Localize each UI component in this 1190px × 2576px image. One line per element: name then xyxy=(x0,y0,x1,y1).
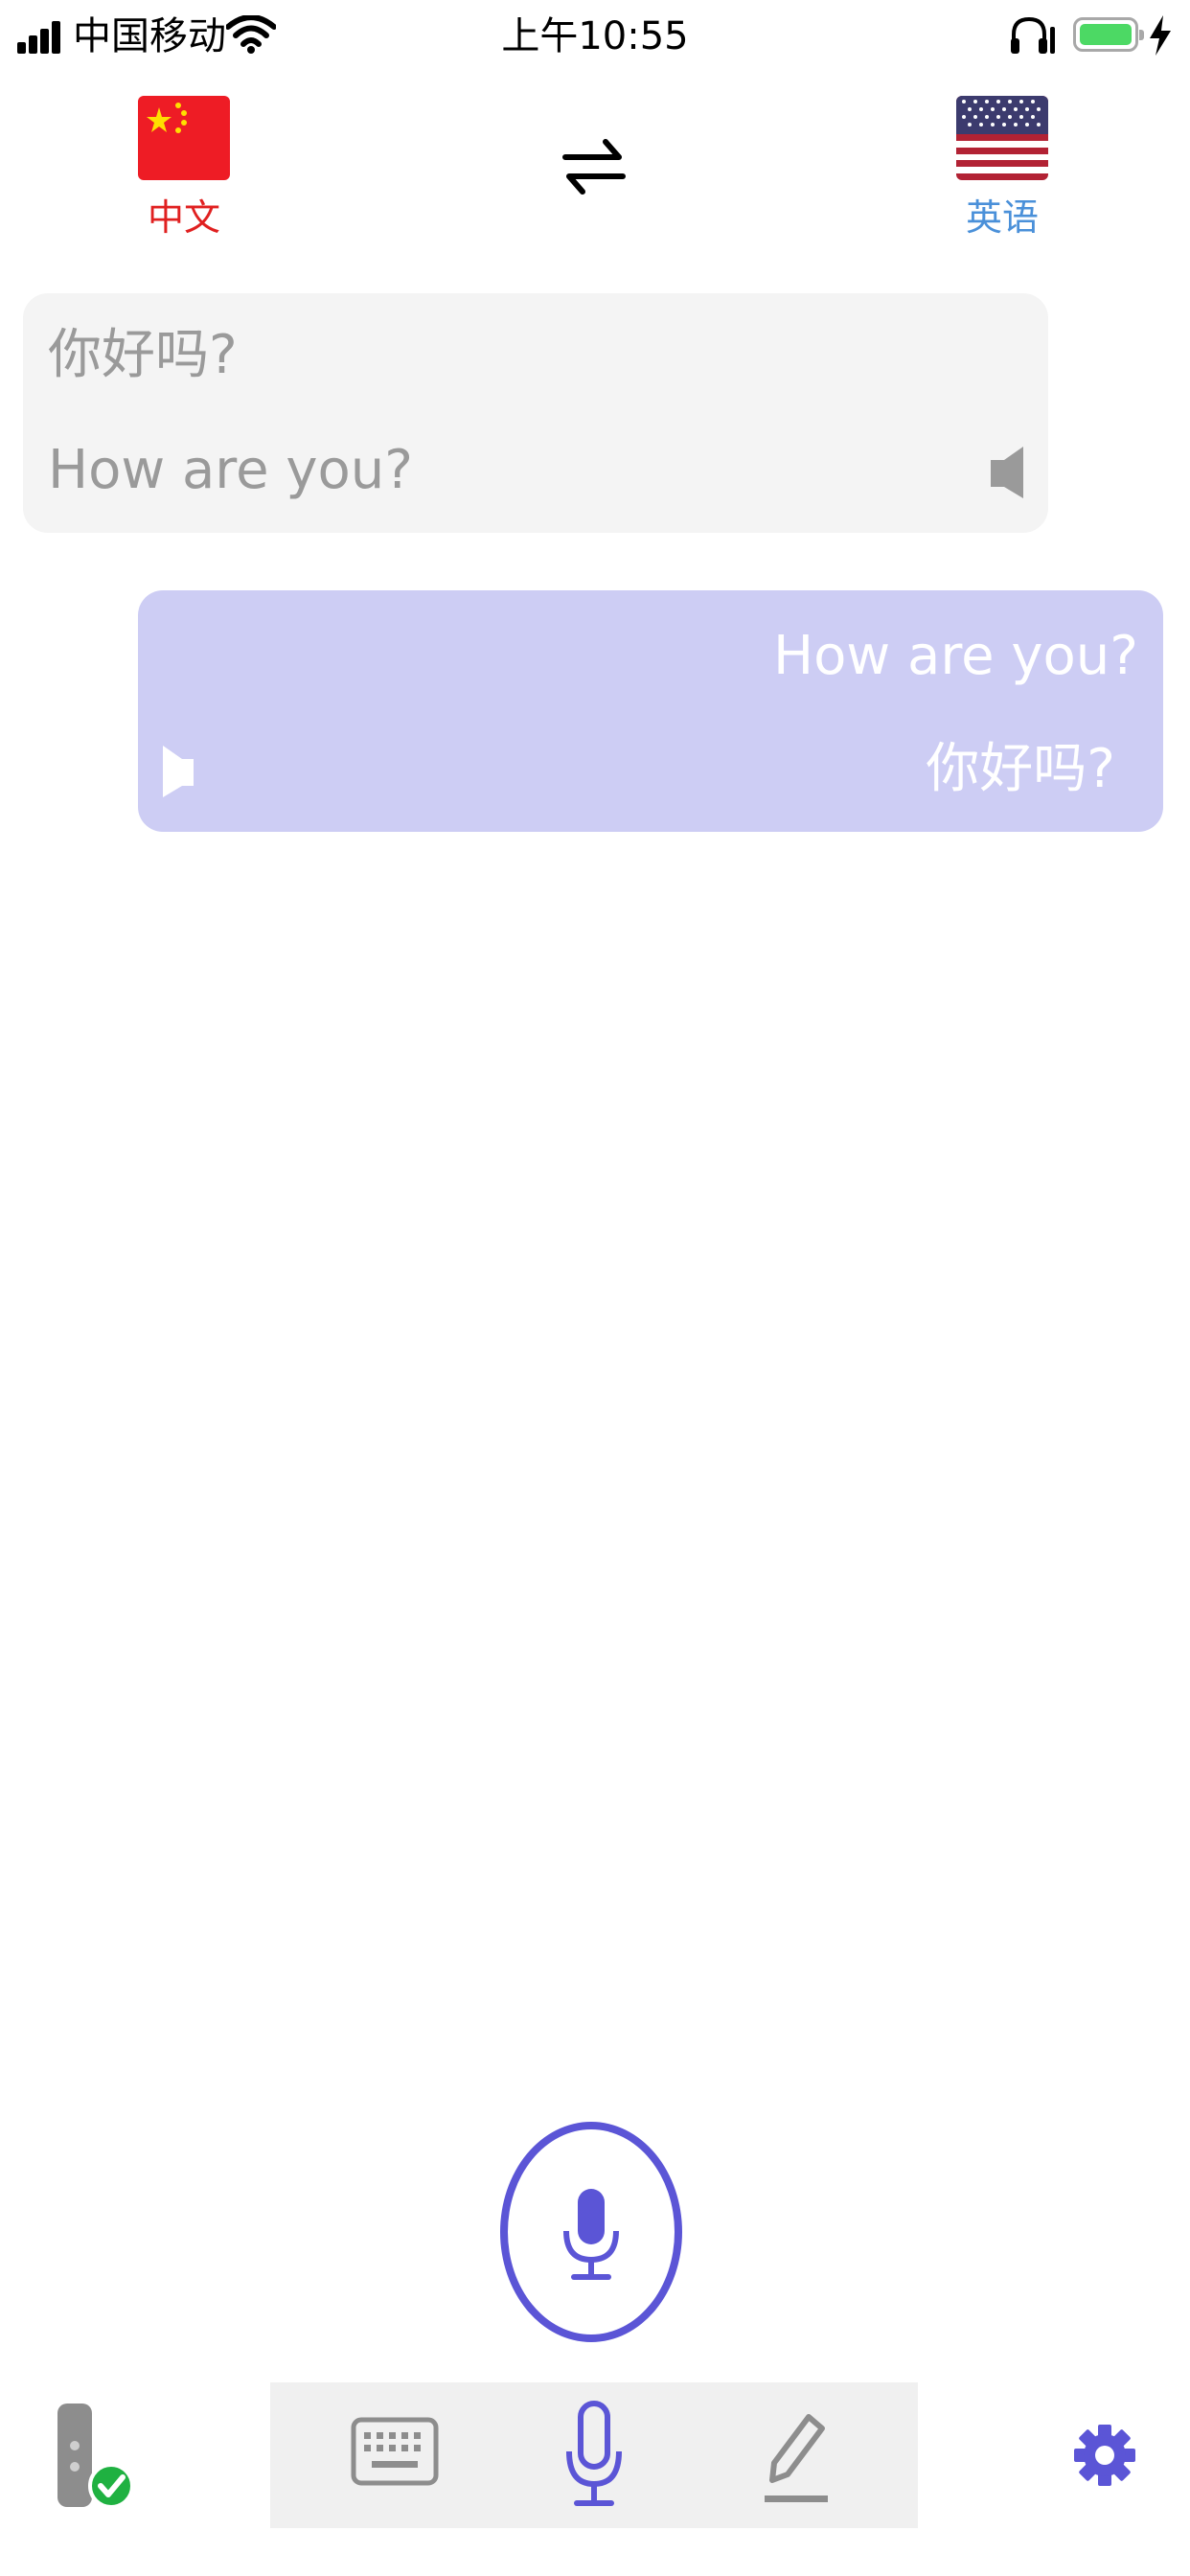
target-language-label: 英语 xyxy=(965,196,1039,239)
usa-flag-icon xyxy=(956,96,1048,180)
microphone-icon xyxy=(563,2189,619,2280)
source-language-label: 中文 xyxy=(147,196,220,239)
settings-gear-icon[interactable] xyxy=(1073,2419,1136,2492)
speaker-icon[interactable] xyxy=(989,443,1027,500)
battery-icon xyxy=(1073,17,1144,52)
bottom-toolbar xyxy=(0,2382,1190,2528)
microphone-icon[interactable] xyxy=(563,2400,625,2511)
message-bubble-left: 你好吗? How are you? xyxy=(23,293,1048,533)
message-original-text: 你好吗? xyxy=(48,324,238,386)
swap-languages-icon[interactable] xyxy=(556,128,632,205)
message-original-text: How are you? xyxy=(773,625,1138,687)
charging-bolt-icon xyxy=(1150,15,1171,56)
message-translation-text: 你好吗? xyxy=(926,738,1115,800)
speaker-icon[interactable] xyxy=(159,742,197,799)
device-status-button[interactable] xyxy=(56,2400,136,2513)
message-bubble-right: How are you? 你好吗? xyxy=(138,590,1163,832)
record-voice-button[interactable] xyxy=(500,2122,682,2342)
keyboard-icon[interactable] xyxy=(351,2417,439,2486)
china-flag-icon xyxy=(138,96,230,180)
pen-icon[interactable] xyxy=(763,2404,830,2507)
message-translation-text: How are you? xyxy=(48,439,413,501)
headphones-icon xyxy=(1011,16,1055,54)
status-bar: 中国移动 上午10:55 xyxy=(0,0,1190,77)
device-status-icon xyxy=(57,2404,134,2509)
input-mode-panel xyxy=(270,2382,918,2528)
